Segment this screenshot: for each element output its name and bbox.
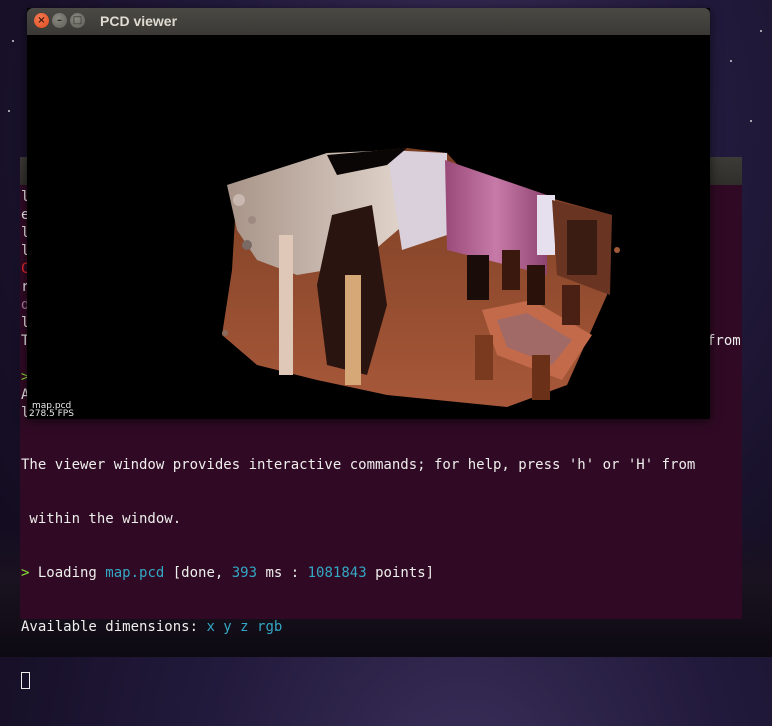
terminal-line: > Loading map.pcd [done, 393 ms : 108184…: [21, 564, 742, 582]
terminal-edge-text: from: [707, 333, 741, 349]
minimize-button[interactable]: –: [52, 13, 67, 28]
chair: [475, 335, 493, 380]
close-button[interactable]: ×: [34, 13, 49, 28]
chair: [532, 355, 550, 400]
loaded-filename: map.pcd: [105, 565, 165, 581]
terminal-line: within the window.: [21, 511, 182, 527]
pcd-viewer-window[interactable]: × – □ PCD viewer map.pcd 278.5 FPS: [27, 8, 710, 419]
point-count-value: 1081843: [307, 565, 367, 581]
chair: [527, 265, 545, 305]
prompt-symbol: >: [21, 565, 38, 581]
point-cloud-render: [222, 148, 620, 407]
terminal-text: Available dimensions:: [21, 619, 207, 635]
terminal-output: The viewer window provides interactive c…: [21, 420, 742, 726]
fps-label: 278.5 FPS: [29, 409, 74, 419]
chair: [467, 255, 489, 300]
terminal-line: The viewer window provides interactive c…: [21, 457, 696, 473]
terminal-line: Available dimensions: x y z rgb: [21, 618, 742, 636]
dimensions-list: x y z rgb: [206, 619, 283, 635]
window-title: PCD viewer: [100, 13, 178, 29]
maximize-button[interactable]: □: [70, 13, 85, 28]
terminal-text: [done,: [164, 565, 232, 581]
point-cloud-canvas[interactable]: map.pcd 278.5 FPS: [27, 35, 710, 419]
terminal-text: points]: [366, 565, 435, 581]
viewer-titlebar[interactable]: × – □ PCD viewer: [27, 8, 710, 35]
door-frame-right: [345, 275, 361, 385]
chair: [502, 250, 520, 290]
chair: [562, 285, 580, 325]
load-time-value: 393: [231, 565, 258, 581]
terminal-text: Loading: [37, 565, 106, 581]
terminal-cursor: [21, 672, 30, 689]
cabinet: [567, 220, 597, 275]
terminal-text: ms :: [257, 565, 308, 581]
door-frame: [279, 235, 293, 375]
terminal-cursor-line[interactable]: [21, 672, 742, 690]
